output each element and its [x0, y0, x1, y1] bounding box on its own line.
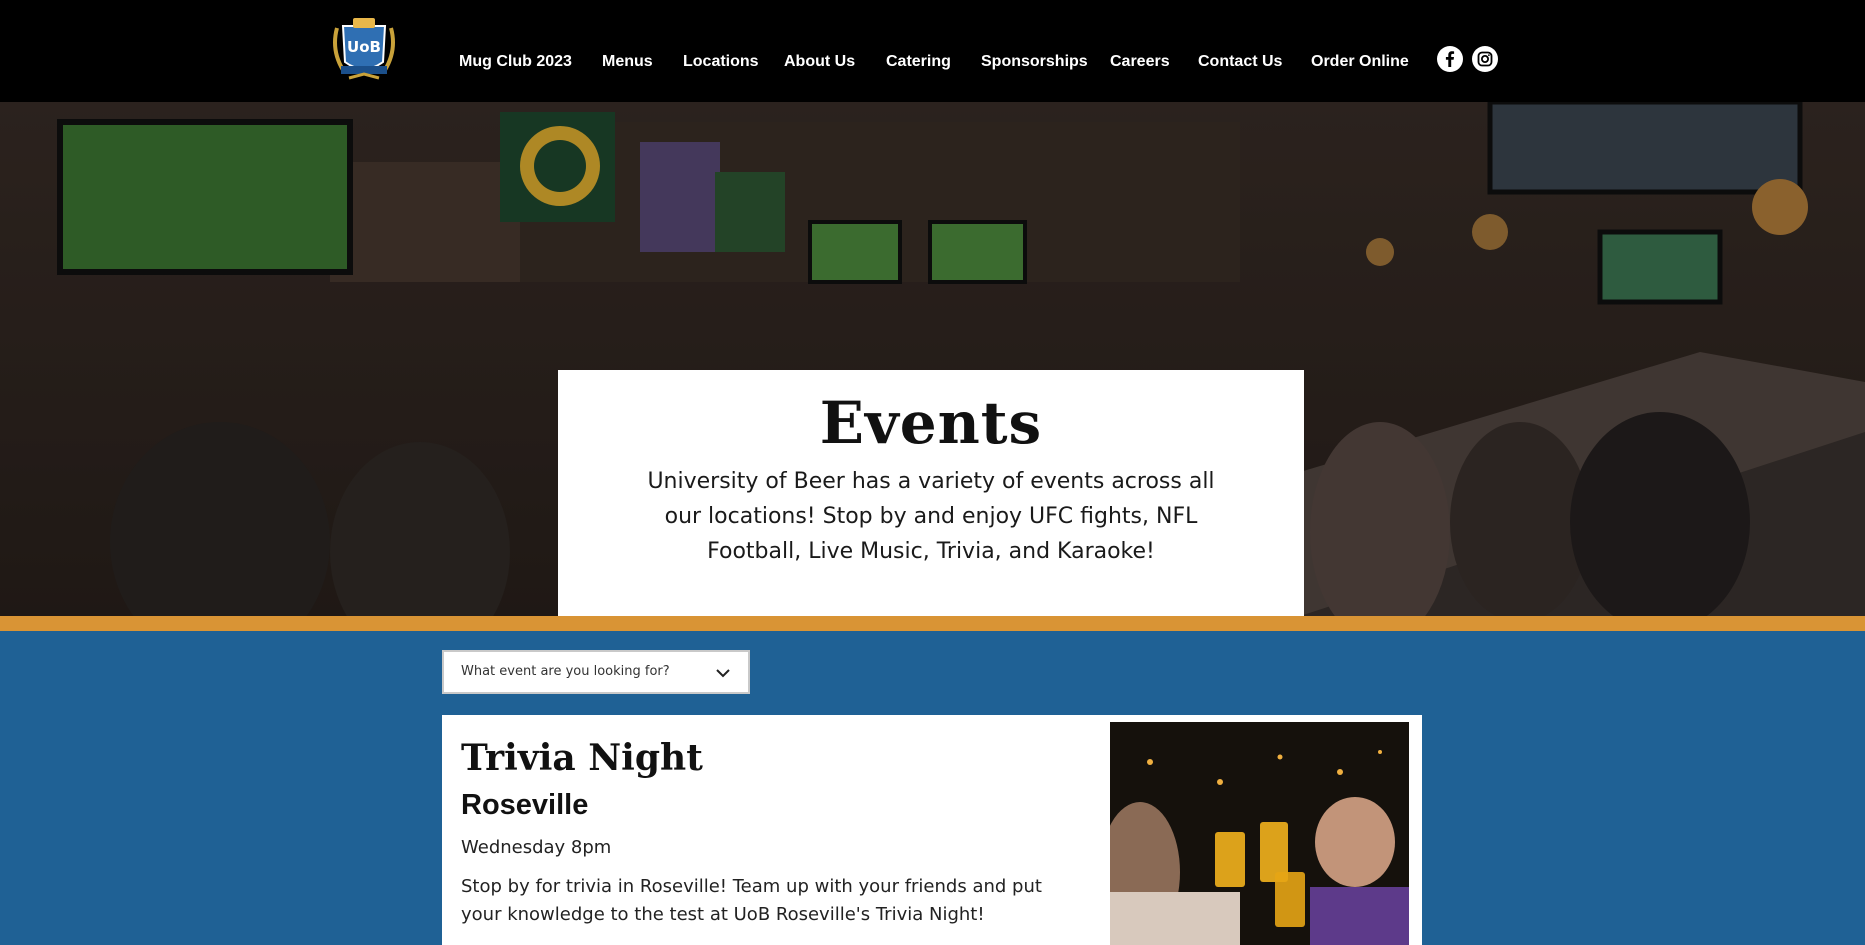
instagram-icon[interactable]: [1472, 46, 1498, 72]
event-location: Roseville: [461, 789, 589, 821]
nav-about-us[interactable]: About Us: [784, 50, 855, 74]
nav-catering[interactable]: Catering: [886, 50, 951, 74]
nav-menus[interactable]: Menus: [602, 50, 653, 74]
event-title: Trivia Night: [461, 737, 703, 779]
nav-order-online[interactable]: Order Online: [1311, 50, 1409, 74]
event-filter-placeholder: What event are you looking for?: [461, 664, 670, 679]
event-time: Wednesday 8pm: [461, 837, 612, 858]
nav-sponsorships[interactable]: Sponsorships: [981, 50, 1088, 74]
site-header: UoB Mug Club 2023 Menus Locations About …: [0, 0, 1865, 102]
event-photo: [1110, 722, 1409, 945]
events-intro-text: University of Beer has a variety of even…: [647, 469, 1215, 564]
nav-contact-us[interactable]: Contact Us: [1198, 50, 1282, 74]
facebook-icon[interactable]: [1437, 46, 1463, 72]
events-intro-box: Events University of Beer has a variety …: [558, 370, 1304, 616]
nav-mug-club[interactable]: Mug Club 2023: [459, 50, 572, 74]
chevron-down-icon: [716, 669, 730, 678]
page-title: Events: [819, 389, 1043, 457]
nav-careers[interactable]: Careers: [1110, 50, 1170, 74]
event-filter-dropdown[interactable]: What event are you looking for?: [442, 650, 750, 694]
event-description: Stop by for trivia in Roseville! Team up…: [461, 876, 1042, 925]
gold-divider: [0, 616, 1865, 631]
nav-locations[interactable]: Locations: [683, 50, 759, 74]
main-nav: Mug Club 2023 Menus Locations About Us C…: [0, 50, 1865, 74]
event-card: Trivia Night Roseville Wednesday 8pm Sto…: [442, 715, 1422, 945]
